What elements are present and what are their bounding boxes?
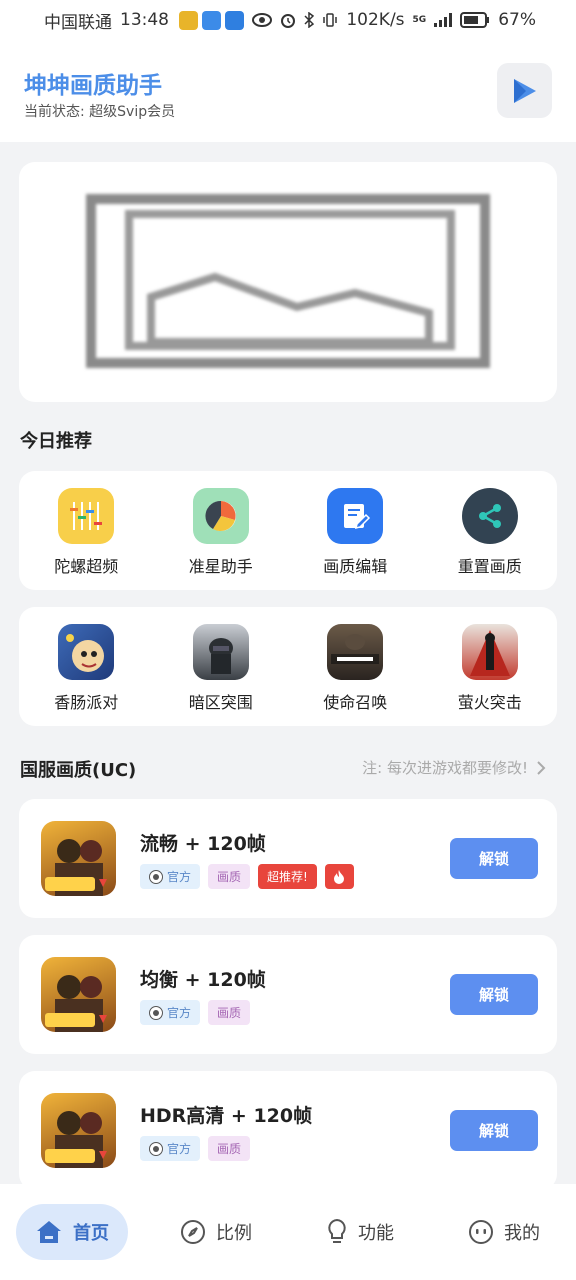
compass-icon — [181, 1220, 205, 1244]
recommend-tag: 超推荐! — [258, 864, 317, 889]
games-card: 香肠派对 暗区突围 使命召唤 萤火突击 — [19, 607, 557, 726]
status-bar: 中国联通 13:48 102K/s 5G 67% — [0, 0, 576, 40]
preset-card: 均衡 + 120帧 官方 画质 解锁 — [19, 935, 557, 1054]
cloud-icon — [202, 10, 221, 30]
tool-quality-editor[interactable]: 画质编辑 — [288, 471, 423, 590]
preset-tags: 官方 画质 — [140, 1000, 251, 1025]
fire-icon — [324, 864, 354, 889]
edit-doc-icon — [327, 488, 384, 544]
play-button[interactable] — [497, 63, 552, 118]
tool-label: 画质编辑 — [323, 557, 388, 576]
quality-tag: 画质 — [208, 864, 251, 889]
alarm-icon — [281, 14, 296, 28]
pubg-game-icon — [41, 821, 116, 896]
today-title: 今日推荐 — [20, 431, 92, 452]
preset-title: 均衡 + 120帧 — [140, 969, 266, 991]
play-icon — [513, 78, 536, 103]
unlock-button[interactable]: 解锁 — [450, 974, 538, 1015]
official-tag: 官方 — [140, 1136, 201, 1161]
game-call-of-duty[interactable]: 使命召唤 — [288, 607, 423, 726]
equalizer-icon — [58, 488, 115, 544]
preset-tags: 官方 画质 — [140, 1136, 251, 1161]
app-notification-icon — [179, 10, 198, 30]
tools-card: 陀螺超频 准星助手 画质编辑 重置画质 — [19, 471, 557, 590]
arena-breakout-game-icon — [192, 624, 249, 680]
preset-tags: 官方 画质 超推荐! — [140, 864, 354, 889]
network-speed: 102K/s — [346, 10, 405, 30]
preset-title: HDR高清 + 120帧 — [140, 1105, 313, 1127]
section-title: 国服画质(UC) — [20, 760, 137, 781]
tool-label: 重置画质 — [457, 557, 522, 576]
membership-status: 当前状态: 超级Svip会员 — [24, 104, 176, 120]
official-badge-icon — [149, 869, 163, 884]
home-icon — [37, 1221, 61, 1243]
preset-card: 流畅 + 120帧 官方 画质 超推荐! 解锁 — [19, 799, 557, 918]
bottom-tab-bar: 首页 比例 功能 我的 — [0, 1184, 576, 1280]
signal-icon — [434, 13, 453, 27]
tab-features[interactable]: 功能 — [288, 1204, 432, 1260]
call-of-duty-game-icon — [327, 624, 384, 680]
official-badge-icon — [149, 1005, 163, 1020]
app-header: 坤坤画质助手 当前状态: 超级Svip会员 — [0, 40, 576, 142]
app-title: 坤坤画质助手 — [24, 73, 162, 99]
battery-icon — [460, 12, 490, 28]
tab-ratio[interactable]: 比例 — [144, 1204, 288, 1260]
unlock-button[interactable]: 解锁 — [450, 838, 538, 879]
preset-title: 流畅 + 120帧 — [140, 833, 266, 855]
weather-icon — [225, 10, 244, 30]
battery-level: 67% — [498, 10, 536, 30]
official-badge-icon — [149, 1141, 163, 1156]
game-arena-breakout[interactable]: 暗区突围 — [154, 607, 289, 726]
official-tag: 官方 — [140, 864, 201, 889]
clock: 13:48 — [120, 10, 169, 30]
game-sausage-party[interactable]: 香肠派对 — [19, 607, 154, 726]
chevron-right-icon — [537, 760, 546, 775]
bluetooth-icon — [304, 12, 315, 28]
pubg-game-icon — [41, 1093, 116, 1168]
pie-chart-icon — [192, 488, 249, 544]
carrier: 中国联通 — [44, 12, 112, 33]
tool-label: 准星助手 — [188, 557, 253, 576]
section-note[interactable]: 注: 每次进游戏都要修改! — [362, 757, 546, 778]
sausage-party-game-icon — [58, 624, 115, 680]
official-tag: 官方 — [140, 1000, 201, 1025]
game-firefly-assault[interactable]: 萤火突击 — [423, 607, 558, 726]
game-label: 暗区突围 — [188, 693, 253, 712]
quality-tag: 画质 — [208, 1000, 251, 1025]
tool-crosshair-assistant[interactable]: 准星助手 — [154, 471, 289, 590]
quality-tag: 画质 — [208, 1136, 251, 1161]
game-label: 香肠派对 — [54, 693, 119, 712]
banner-card[interactable] — [19, 162, 557, 402]
unlock-button[interactable]: 解锁 — [450, 1110, 538, 1151]
bulb-icon — [328, 1218, 346, 1243]
eye-icon — [252, 13, 273, 27]
tool-label: 陀螺超频 — [54, 557, 119, 576]
tab-home[interactable]: 首页 — [16, 1204, 128, 1260]
tab-mine[interactable]: 我的 — [432, 1204, 576, 1260]
game-label: 使命召唤 — [323, 693, 388, 712]
image-placeholder-icon — [86, 194, 490, 368]
face-icon — [469, 1220, 493, 1244]
vibrate-icon — [323, 13, 338, 27]
tool-reset-quality[interactable]: 重置画质 — [423, 471, 558, 590]
note-text: 注: 每次进游戏都要修改! — [362, 759, 528, 777]
pubg-game-icon — [41, 957, 116, 1032]
game-label: 萤火突击 — [457, 693, 522, 712]
signal-label: 5G — [412, 15, 427, 25]
preset-card: HDR高清 + 120帧 官方 画质 解锁 — [19, 1071, 557, 1190]
share-icon — [461, 488, 518, 544]
tool-gyro-overclock[interactable]: 陀螺超频 — [19, 471, 154, 590]
firefly-assault-game-icon — [461, 624, 518, 680]
